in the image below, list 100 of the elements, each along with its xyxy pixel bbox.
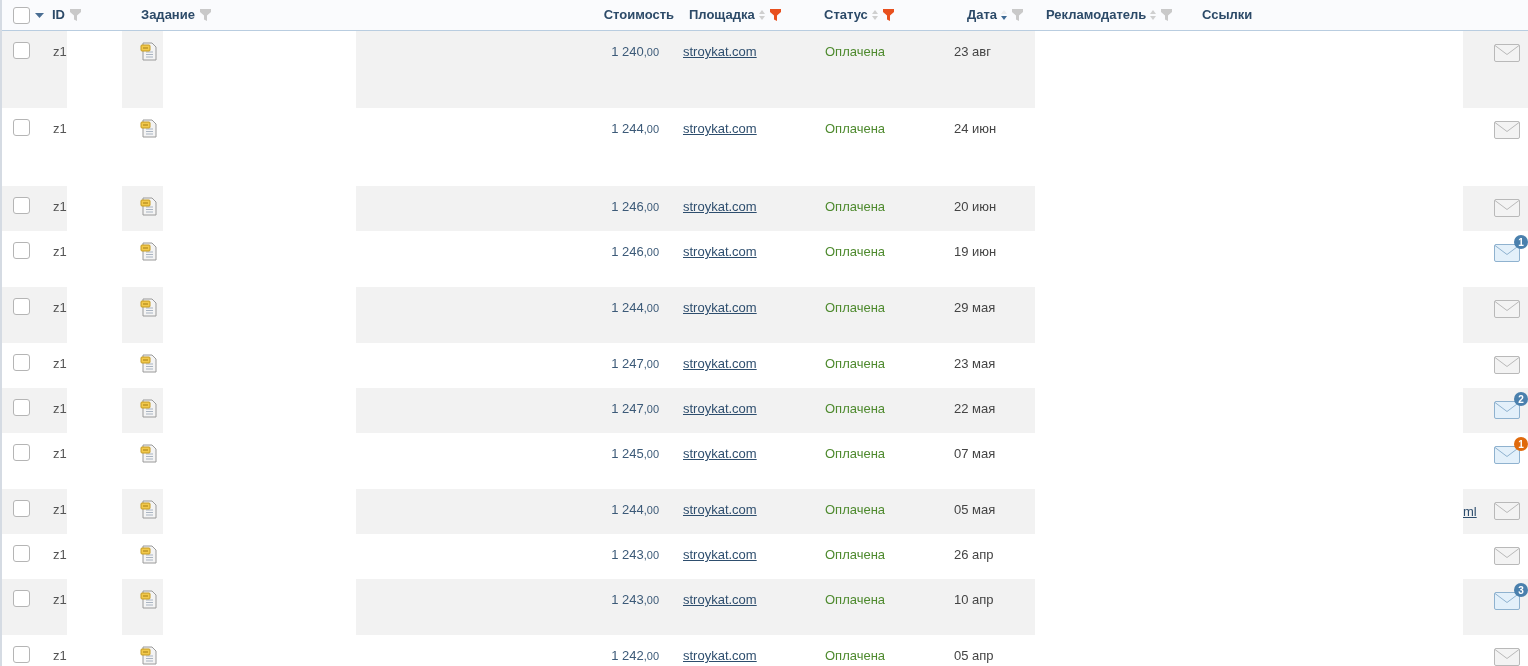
document-icon[interactable]	[140, 197, 158, 216]
column-header: Стоимость	[603, 6, 674, 25]
site-link[interactable]: stroykat.com	[683, 244, 757, 259]
checkbox[interactable]	[13, 6, 30, 24]
page-link[interactable]: ml	[1463, 504, 1477, 519]
envelope-icon[interactable]	[1494, 356, 1520, 374]
status-text: Оплачена	[825, 44, 886, 59]
message-count-badge: 1	[1514, 437, 1528, 451]
envelope-icon[interactable]	[1494, 502, 1520, 520]
column-header: ID	[52, 6, 65, 25]
checkbox[interactable]	[13, 545, 30, 562]
id-text: z1	[53, 356, 67, 371]
document-icon[interactable]	[140, 500, 158, 519]
document-icon[interactable]	[140, 399, 158, 418]
column-header[interactable]: Рекламодатель	[1046, 5, 1147, 25]
checkbox[interactable]	[13, 298, 30, 315]
cost-text: 1 244,00	[611, 299, 659, 317]
cost-text: 1 247,00	[611, 400, 659, 418]
status-text: Оплачена	[825, 121, 886, 136]
envelope-icon[interactable]	[1494, 44, 1520, 62]
site-link[interactable]: stroykat.com	[683, 401, 757, 416]
date-text: 22 мая	[954, 401, 996, 416]
site-link[interactable]: stroykat.com	[683, 592, 757, 607]
filter-icon[interactable]	[70, 9, 81, 21]
envelope-icon[interactable]	[1494, 401, 1520, 419]
date-text: 05 мая	[954, 502, 996, 517]
envelope-icon[interactable]	[1494, 648, 1520, 666]
id-text: z1	[53, 592, 67, 607]
date-text: 20 июн	[954, 199, 997, 214]
site-link[interactable]: stroykat.com	[683, 44, 757, 59]
checkbox[interactable]	[13, 354, 30, 371]
filter-icon[interactable]	[1012, 9, 1024, 21]
id-text: z1	[53, 648, 67, 663]
cost-text: 1 246,00	[611, 198, 659, 216]
envelope-icon[interactable]	[1494, 244, 1520, 262]
status-text: Оплачена	[825, 356, 886, 371]
site-link[interactable]: stroykat.com	[683, 446, 757, 461]
envelope-icon[interactable]	[1494, 121, 1520, 139]
cost-text: 1 244,00	[611, 120, 659, 138]
id-text: z1	[53, 44, 67, 59]
cost-text: 1 247,00	[611, 355, 659, 373]
filter-icon[interactable]	[1161, 9, 1173, 21]
site-link[interactable]: stroykat.com	[683, 547, 757, 562]
date-text: 10 апр	[954, 592, 994, 607]
checkbox[interactable]	[13, 500, 30, 517]
date-text: 24 июн	[954, 121, 997, 136]
filter-icon[interactable]	[769, 9, 781, 21]
site-link[interactable]: stroykat.com	[683, 300, 757, 315]
document-icon[interactable]	[140, 444, 158, 463]
site-link[interactable]: stroykat.com	[683, 502, 757, 517]
status-text: Оплачена	[825, 244, 886, 259]
cost-text: 1 245,00	[611, 445, 659, 463]
date-text: 05 апр	[954, 648, 994, 663]
checkbox[interactable]	[13, 242, 30, 259]
document-icon[interactable]	[140, 545, 158, 564]
checkbox[interactable]	[13, 646, 30, 663]
envelope-icon[interactable]	[1494, 199, 1520, 217]
document-icon[interactable]	[140, 42, 158, 61]
site-link[interactable]: stroykat.com	[683, 121, 757, 136]
date-text: 23 мая	[954, 356, 996, 371]
checkbox[interactable]	[13, 444, 30, 461]
document-icon[interactable]	[140, 354, 158, 373]
id-text: z1	[53, 199, 67, 214]
site-link[interactable]: stroykat.com	[683, 356, 757, 371]
filter-icon[interactable]	[882, 9, 894, 21]
site-link[interactable]: stroykat.com	[683, 199, 757, 214]
message-count-badge: 2	[1514, 392, 1528, 406]
document-icon[interactable]	[140, 119, 158, 138]
status-text: Оплачена	[825, 401, 886, 416]
column-header[interactable]: Площадка	[689, 5, 755, 25]
date-text: 23 авг	[954, 44, 991, 59]
envelope-icon[interactable]	[1494, 446, 1520, 464]
checkbox[interactable]	[13, 590, 30, 607]
column-header[interactable]: Дата	[967, 5, 998, 25]
checkbox[interactable]	[13, 399, 30, 416]
column-header: Ссылки	[1202, 6, 1253, 25]
checkbox[interactable]	[13, 197, 30, 214]
cost-text: 1 243,00	[611, 591, 659, 609]
envelope-icon[interactable]	[1494, 547, 1520, 565]
filter-icon[interactable]	[199, 9, 211, 21]
cost-text: 1 242,00	[611, 647, 659, 665]
site-link[interactable]: stroykat.com	[683, 648, 757, 663]
caret-icon[interactable]	[35, 12, 44, 18]
checkbox[interactable]	[13, 119, 30, 136]
id-text: z1	[53, 244, 67, 259]
envelope-icon[interactable]	[1494, 592, 1520, 610]
checkbox[interactable]	[13, 42, 30, 59]
status-text: Оплачена	[825, 300, 886, 315]
document-icon[interactable]	[140, 646, 158, 665]
document-icon[interactable]	[140, 590, 158, 609]
envelope-icon[interactable]	[1494, 300, 1520, 318]
document-icon[interactable]	[140, 242, 158, 261]
id-text: z1	[53, 547, 67, 562]
status-text: Оплачена	[825, 502, 886, 517]
cost-text: 1 240,00	[611, 43, 659, 61]
id-text: z1	[53, 300, 67, 315]
document-icon[interactable]	[140, 298, 158, 317]
status-text: Оплачена	[825, 648, 886, 663]
sort-icon[interactable]	[1001, 10, 1008, 20]
column-header[interactable]: Статус	[824, 5, 868, 25]
